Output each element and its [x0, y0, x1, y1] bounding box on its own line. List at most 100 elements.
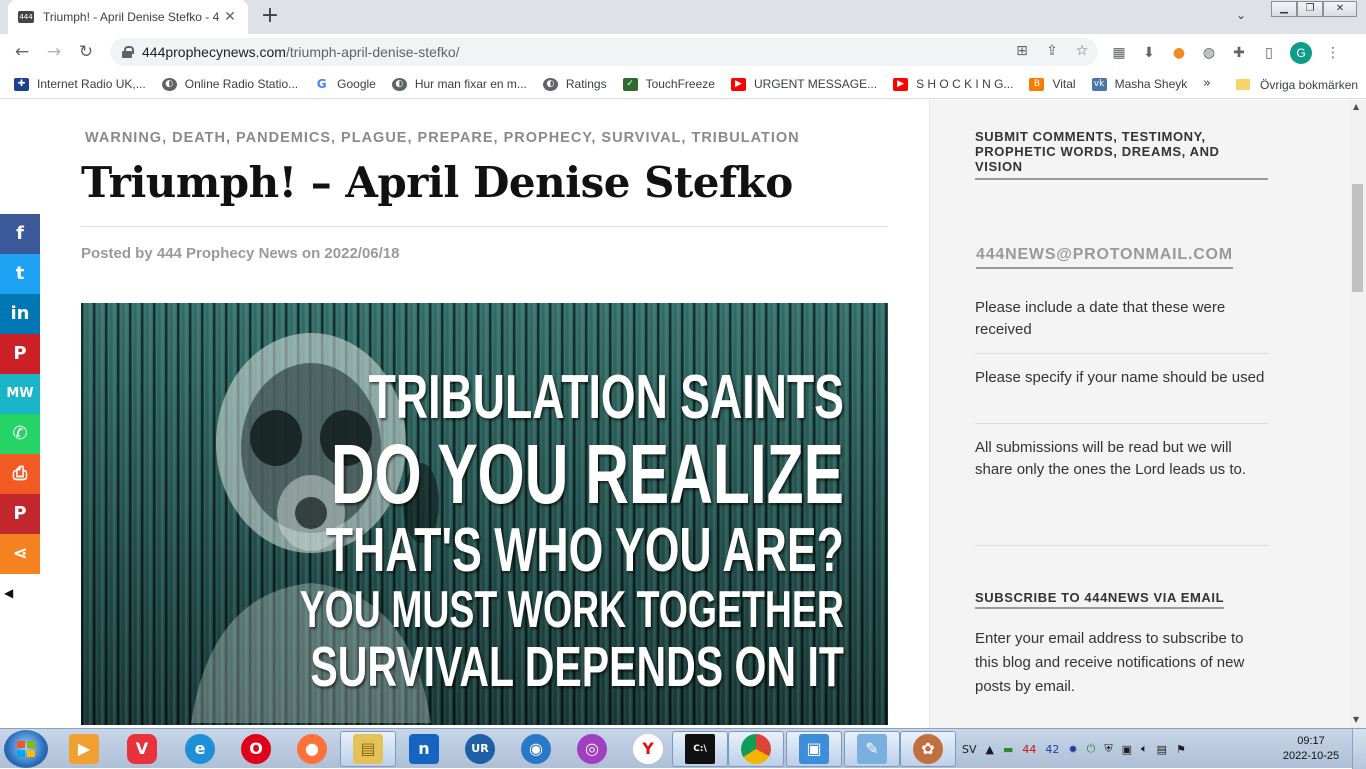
device-icon[interactable]: ▤: [1157, 743, 1167, 756]
gpu-temp-label[interactable]: 42: [1045, 743, 1059, 756]
taskbar-file-explorer[interactable]: ▤: [340, 731, 396, 767]
taskbar-ur-browser[interactable]: UR: [452, 731, 508, 767]
settings-gear-icon[interactable]: ✹: [1068, 743, 1077, 756]
taskbar-opera[interactable]: O: [228, 731, 284, 767]
security-icon[interactable]: ⛨: [1104, 742, 1112, 756]
subscribe-description: Enter your email address to subscribe to…: [975, 630, 1245, 695]
new-tab-button[interactable]: +: [258, 5, 282, 29]
network-icon[interactable]: ▣: [1122, 743, 1132, 756]
parler-share-icon[interactable]: P: [0, 494, 40, 534]
taskbar-yandex[interactable]: Y: [620, 731, 676, 767]
more-share-icon[interactable]: ⋖: [0, 534, 40, 574]
bookmark-star-icon[interactable]: ☆: [1074, 43, 1090, 59]
clock-date: 2022-10-25: [1282, 750, 1340, 762]
battery-meter-icon[interactable]: ▬: [1003, 743, 1013, 756]
youtube-icon: ▶: [893, 77, 909, 91]
bookmark-item[interactable]: ▶ S H O C K I N G...: [893, 77, 1013, 91]
action-center-flag-icon[interactable]: ⚑: [1176, 743, 1186, 756]
taskbar-clock[interactable]: 09:17 2022-10-25: [1280, 734, 1342, 764]
internet-explorer-icon: e: [185, 734, 215, 764]
facebook-share-icon[interactable]: f: [0, 214, 40, 254]
bookmark-item[interactable]: ◐ Online Radio Statio...: [161, 77, 298, 91]
bookmark-item[interactable]: ◐ Hur man fixar en m...: [391, 77, 527, 91]
taskbar-media-player[interactable]: ▶: [56, 731, 112, 767]
bookmark-item[interactable]: vk Masha Sheyk: [1091, 77, 1187, 91]
taskbar-paint[interactable]: ✿: [900, 731, 956, 767]
volume-icon[interactable]: 🔈︎: [1141, 742, 1148, 756]
show-hidden-icons-icon[interactable]: ▲: [986, 743, 994, 756]
more-bookmarks-button[interactable]: »: [1203, 76, 1211, 91]
twitter-share-icon[interactable]: t: [0, 254, 40, 294]
subscribe-widget-title: SUBSCRIBE TO 444NEWS VIA EMAIL: [975, 590, 1225, 609]
side-panel-icon[interactable]: ▯: [1260, 44, 1278, 62]
notepad-icon: ✎: [857, 734, 887, 764]
start-button[interactable]: [4, 730, 48, 768]
bookmark-item[interactable]: B Vital: [1029, 77, 1076, 91]
page-scrollbar[interactable]: ▲ ▼: [1350, 100, 1366, 728]
translate-icon[interactable]: ⊞: [1014, 43, 1030, 59]
blogger-icon: B: [1029, 77, 1045, 91]
other-bookmarks-folder[interactable]: Övriga bokmärken: [1236, 70, 1358, 99]
taskbar-internet-explorer[interactable]: e: [172, 731, 228, 767]
bookmark-item[interactable]: ◐ Ratings: [542, 77, 607, 91]
download-icon[interactable]: ⬇: [1140, 44, 1158, 62]
profile-avatar[interactable]: G: [1290, 42, 1312, 64]
extension-orange-icon[interactable]: ●: [1170, 44, 1188, 62]
bookmark-item[interactable]: ✓ TouchFreeze: [622, 77, 715, 91]
taskbar-firefox[interactable]: ●: [284, 731, 340, 767]
lock-icon[interactable]: [122, 46, 134, 58]
paint-icon: ✿: [913, 734, 943, 764]
youtube-icon: ▶: [730, 77, 746, 91]
close-tab-icon[interactable]: ✕: [222, 9, 238, 25]
divider: [975, 423, 1268, 424]
mewe-share-icon[interactable]: MW: [0, 374, 40, 414]
language-indicator[interactable]: SV: [962, 743, 977, 756]
image-caption-text: TRIBULATION SAINTS DO YOU REALIZE THAT'S…: [299, 363, 844, 699]
reload-button[interactable]: ↻: [74, 40, 98, 64]
scroll-up-icon[interactable]: ▲: [1353, 102, 1359, 111]
submission-note: All submissions will be read but we will…: [975, 439, 1247, 478]
tab-search-chevron-icon[interactable]: ⌄: [1236, 8, 1246, 22]
minimize-button[interactable]: ▁: [1271, 1, 1297, 17]
featured-image: TRIBULATION SAINTS DO YOU REALIZE THAT'S…: [81, 303, 888, 725]
scrollbar-thumb[interactable]: [1352, 184, 1363, 292]
restore-button[interactable]: ❐: [1297, 1, 1323, 17]
extension-puzzle-box-icon[interactable]: ▦: [1110, 44, 1128, 62]
contact-email-link[interactable]: 444NEWS@PROTONMAIL.COM: [976, 246, 1233, 269]
bookmarks-bar: ✚ Internet Radio UK,... ◐ Online Radio Sta…: [0, 70, 1366, 99]
extensions-puzzle-icon[interactable]: ✚: [1230, 44, 1248, 62]
show-desktop-button[interactable]: [1352, 729, 1366, 769]
taskbar-notepad[interactable]: ✎: [844, 731, 900, 767]
taskbar-notepad-plus[interactable]: n: [396, 731, 452, 767]
taskbar-command-prompt[interactable]: C:\: [672, 731, 728, 767]
extension-globe-icon[interactable]: ◍: [1200, 44, 1218, 62]
post-categories[interactable]: WARNING, DEATH, PANDEMICS, PLAGUE, PREPA…: [85, 130, 800, 146]
checkbox-icon: ✓: [622, 77, 638, 91]
taskbar-globe-browser[interactable]: ◉: [508, 731, 564, 767]
bookmark-item[interactable]: ✚ Internet Radio UK,...: [14, 77, 146, 91]
address-bar[interactable]: 444prophecynews.com/triumph-april-denise…: [110, 38, 1098, 66]
taskbar-vivaldi[interactable]: V: [114, 731, 170, 767]
folder-icon: [1236, 79, 1250, 90]
bookmark-item[interactable]: ▶ URGENT MESSAGE...: [730, 77, 877, 91]
scroll-down-icon[interactable]: ▼: [1353, 715, 1359, 724]
whatsapp-share-icon[interactable]: ✆: [0, 414, 40, 454]
forward-button[interactable]: →: [42, 40, 66, 64]
globe-icon: ◐: [391, 77, 407, 91]
print-icon[interactable]: ⎙: [0, 454, 40, 494]
cpu-temp-label[interactable]: 44: [1022, 743, 1036, 756]
close-window-button[interactable]: ✕: [1323, 1, 1357, 17]
hide-share-bar-icon[interactable]: ◀: [4, 586, 13, 600]
browser-tab-active[interactable]: 444 Triumph! - April Denise Stefko - 444…: [8, 0, 248, 34]
bookmark-item[interactable]: G Google: [314, 77, 376, 91]
taskbar-chrome[interactable]: [728, 731, 784, 767]
taskbar-photo-viewer[interactable]: ▣: [786, 731, 842, 767]
file-explorer-icon: ▤: [353, 734, 383, 764]
taskbar-colorful-browser[interactable]: ◎: [564, 731, 620, 767]
linkedin-share-icon[interactable]: in: [0, 294, 40, 334]
menu-kebab-icon[interactable]: ⋮: [1324, 44, 1342, 62]
share-icon[interactable]: ⇪: [1044, 43, 1060, 59]
back-button[interactable]: ←: [10, 40, 34, 64]
pinterest-share-icon[interactable]: P: [0, 334, 40, 374]
power-icon[interactable]: ⏻: [1087, 742, 1096, 756]
